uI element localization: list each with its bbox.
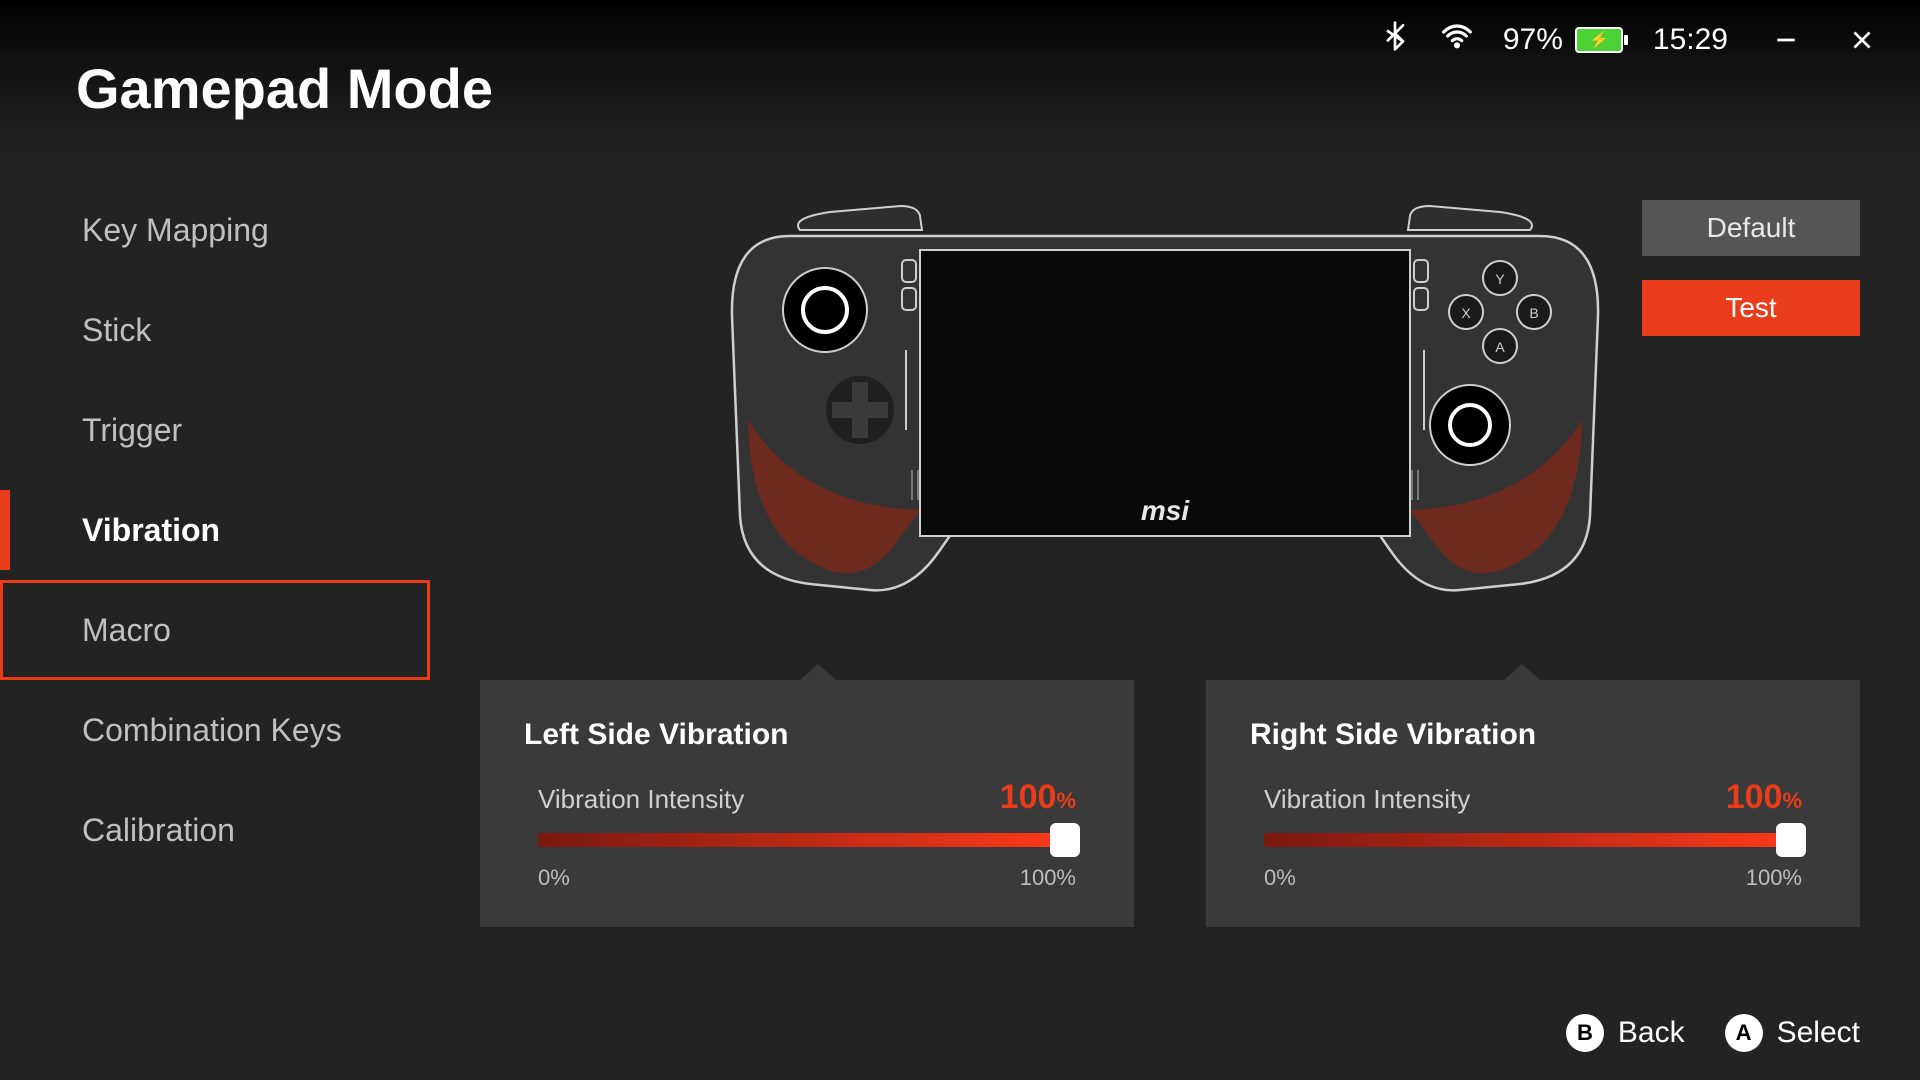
select-hint[interactable]: A Select <box>1725 1014 1860 1052</box>
sidebar: Key Mapping Stick Trigger Vibration Macr… <box>0 180 430 880</box>
svg-text:A: A <box>1495 339 1505 355</box>
slider-min-label: 0% <box>1264 865 1296 891</box>
default-button-label: Default <box>1707 212 1796 244</box>
sidebar-item-combination-keys[interactable]: Combination Keys <box>0 680 430 780</box>
wifi-icon <box>1441 20 1473 60</box>
panel-title: Left Side Vibration <box>524 718 1090 752</box>
back-hint[interactable]: B Back <box>1566 1014 1685 1052</box>
intensity-label: Vibration Intensity <box>1264 784 1470 815</box>
close-button[interactable] <box>1844 22 1880 58</box>
svg-text:Y: Y <box>1495 271 1505 287</box>
slider-max-label: 100% <box>1746 865 1802 891</box>
intensity-value: 100% <box>1000 778 1076 817</box>
clock: 15:29 <box>1653 23 1728 57</box>
sidebar-item-label: Vibration <box>82 512 220 549</box>
left-vibration-panel: Left Side Vibration Vibration Intensity … <box>480 680 1134 927</box>
right-vibration-slider[interactable] <box>1264 833 1802 847</box>
brand-logo: msi <box>1141 495 1190 526</box>
sidebar-item-stick[interactable]: Stick <box>0 280 430 380</box>
svg-text:B: B <box>1529 305 1538 321</box>
test-button-label: Test <box>1725 292 1776 324</box>
minimize-button[interactable] <box>1768 22 1804 58</box>
sidebar-item-label: Combination Keys <box>82 712 342 749</box>
slider-thumb[interactable] <box>1776 823 1806 857</box>
test-button[interactable]: Test <box>1642 280 1860 336</box>
device-illustration: msi Y X B A <box>730 200 1600 600</box>
svg-text:X: X <box>1461 305 1471 321</box>
back-label: Back <box>1618 1016 1685 1050</box>
sidebar-item-label: Calibration <box>82 812 235 849</box>
right-vibration-panel: Right Side Vibration Vibration Intensity… <box>1206 680 1860 927</box>
sidebar-item-macro[interactable]: Macro <box>0 580 430 680</box>
panel-title: Right Side Vibration <box>1250 718 1816 752</box>
select-label: Select <box>1777 1016 1860 1050</box>
sidebar-item-vibration[interactable]: Vibration <box>0 480 430 580</box>
sidebar-item-label: Key Mapping <box>82 212 269 249</box>
sidebar-item-key-mapping[interactable]: Key Mapping <box>0 180 430 280</box>
intensity-value: 100% <box>1726 778 1802 817</box>
page-title: Gamepad Mode <box>76 56 493 121</box>
sidebar-item-label: Stick <box>82 312 151 349</box>
battery-percent: 97% <box>1503 23 1563 57</box>
sidebar-item-label: Macro <box>82 612 171 649</box>
slider-max-label: 100% <box>1020 865 1076 891</box>
left-vibration-slider[interactable] <box>538 833 1076 847</box>
bluetooth-icon <box>1379 20 1411 60</box>
intensity-label: Vibration Intensity <box>538 784 744 815</box>
default-button[interactable]: Default <box>1642 200 1860 256</box>
battery-icon: ⚡ <box>1575 27 1623 53</box>
sidebar-item-trigger[interactable]: Trigger <box>0 380 430 480</box>
b-button-icon: B <box>1566 1014 1604 1052</box>
sidebar-item-calibration[interactable]: Calibration <box>0 780 430 880</box>
slider-min-label: 0% <box>538 865 570 891</box>
slider-thumb[interactable] <box>1050 823 1080 857</box>
sidebar-item-label: Trigger <box>82 412 182 449</box>
a-button-icon: A <box>1725 1014 1763 1052</box>
footer-hints: B Back A Select <box>1566 1014 1860 1052</box>
